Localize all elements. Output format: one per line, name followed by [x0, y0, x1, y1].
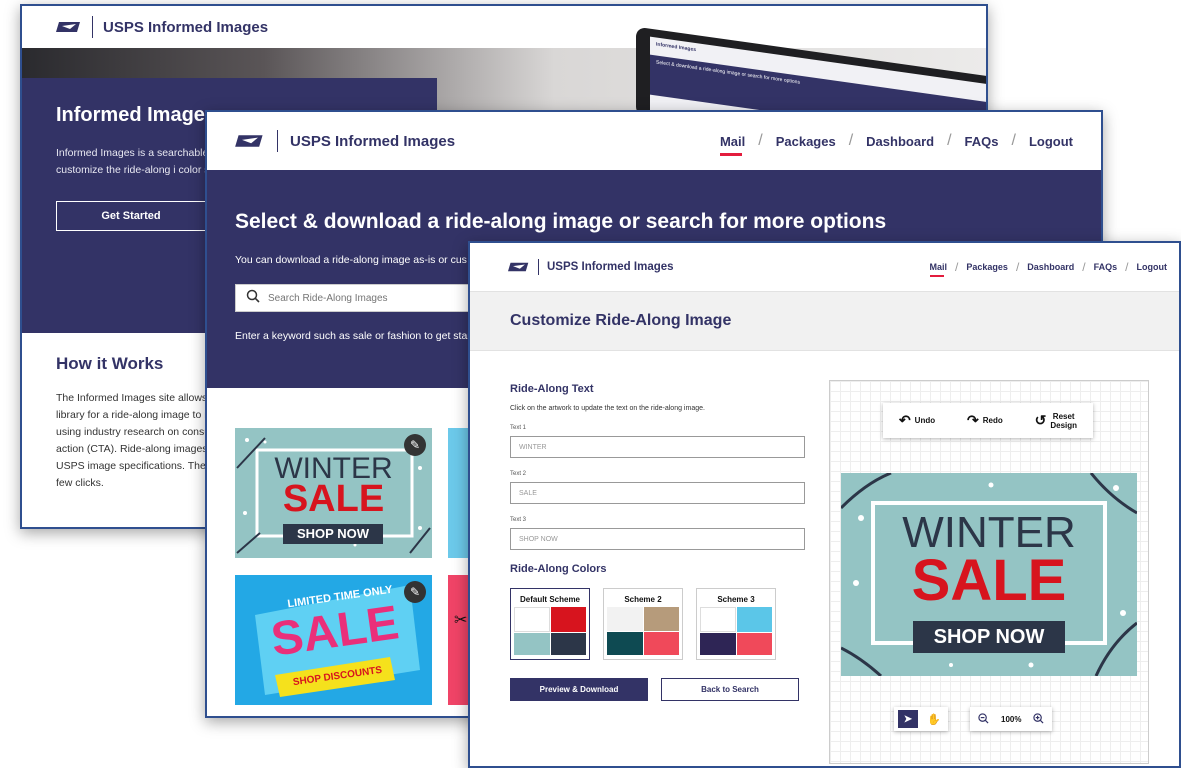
usps-eagle-logo[interactable]	[235, 133, 265, 149]
swatch	[736, 632, 772, 655]
swatch	[607, 607, 643, 631]
image-tile-limited-sale[interactable]: LIMITED TIME ONLY SALE SHOP DISCOUNTS ✎	[235, 575, 432, 705]
pointer-tool-icon[interactable]: ➤	[898, 710, 918, 728]
scheme-default[interactable]: Default Scheme	[510, 588, 590, 660]
text2-label: Text 2	[510, 471, 527, 477]
ride-along-artwork[interactable]: WINTER SALE SHOP NOW	[841, 473, 1137, 676]
brand-title: USPS Informed Images	[103, 18, 269, 36]
usps-eagle-logo[interactable]	[56, 20, 82, 34]
header-divider	[92, 16, 93, 38]
undo-icon: ↶	[898, 412, 911, 428]
nav-dashboard[interactable]: Dashboard	[1027, 262, 1074, 272]
main-nav: Mail / Packages / Dashboard / FAQs / Log…	[719, 132, 1073, 156]
preview-download-button[interactable]: Preview & Download	[510, 678, 648, 701]
header-divider	[277, 130, 278, 152]
header: USPS Informed Images Mail / Packages / D…	[470, 243, 1179, 291]
design-canvas[interactable]: ↶ Undo ↷ Redo ↺ Reset Design WINTER SALE …	[829, 380, 1149, 764]
scissors-icon: ✂	[454, 612, 468, 629]
art-line3[interactable]: SHOP NOW	[913, 621, 1065, 653]
brand-title: USPS Informed Images	[290, 132, 456, 150]
cursor-tools: ➤ ✋	[894, 707, 948, 731]
text-section-desc: Click on the artwork to update the text …	[510, 405, 705, 412]
text-section-title: Ride-Along Text	[510, 383, 594, 395]
undo-button[interactable]: ↶ Undo	[899, 412, 935, 429]
usps-eagle-logo[interactable]	[508, 261, 530, 273]
get-started-button[interactable]: Get Started	[56, 201, 206, 231]
edit-pencil-icon[interactable]: ✎	[404, 434, 426, 456]
device-brand: Informed Images	[656, 41, 697, 54]
text2-field[interactable]: SALE	[510, 482, 805, 504]
main-nav: Mail / Packages / Dashboard / FAQs / Log…	[929, 260, 1168, 277]
text3-label: Text 3	[510, 517, 527, 523]
swatch	[736, 607, 772, 632]
scheme-name: Scheme 2	[624, 595, 662, 604]
canvas-tools: ➤ ✋ 100%	[894, 707, 1053, 731]
page-title: Customize Ride-Along Image	[510, 312, 732, 329]
text3-field[interactable]: SHOP NOW	[510, 528, 805, 550]
form-actions: Preview & Download Back to Search	[510, 678, 810, 701]
swatch	[550, 632, 586, 655]
device-heading: Select & download a ride-along image or …	[656, 59, 800, 86]
swatch	[700, 607, 736, 632]
redo-button[interactable]: ↷ Redo	[967, 412, 1003, 429]
nav-packages[interactable]: Packages	[776, 134, 836, 149]
undo-label: Undo	[914, 416, 936, 425]
tile-winter-line2: SALE	[282, 478, 385, 520]
edit-toolbar: ↶ Undo ↷ Redo ↺ Reset Design	[883, 403, 1093, 438]
nav-faqs[interactable]: FAQs	[1094, 262, 1118, 272]
swatch	[700, 632, 736, 655]
swatch	[514, 632, 550, 655]
nav-faqs[interactable]: FAQs	[965, 134, 999, 149]
nav-mail[interactable]: Mail	[719, 134, 745, 156]
page-heading: Select & download a ride-along image or …	[235, 210, 887, 233]
header: USPS Informed Images	[22, 6, 986, 48]
zoom-out-icon[interactable]	[978, 712, 989, 726]
reset-label-1: Reset	[1052, 411, 1075, 421]
hand-tool-icon[interactable]: ✋	[924, 710, 944, 728]
brand-title: USPS Informed Images	[547, 261, 674, 273]
swatch	[607, 631, 643, 655]
header-divider	[538, 259, 539, 275]
nav-logout[interactable]: Logout	[1137, 262, 1168, 272]
redo-icon: ↷	[967, 412, 979, 428]
image-tile-winter-sale[interactable]: WINTER SALE SHOP NOW ✎	[235, 428, 432, 558]
zoom-level: 100%	[1001, 714, 1022, 724]
edit-pencil-icon[interactable]: ✎	[404, 581, 426, 603]
window-customize: USPS Informed Images Mail / Packages / D…	[468, 241, 1181, 768]
search-input[interactable]	[268, 292, 468, 304]
search-icon	[246, 289, 260, 308]
search-box[interactable]	[235, 284, 495, 312]
scheme-name: Default Scheme	[519, 595, 581, 604]
back-to-search-button[interactable]: Back to Search	[661, 678, 799, 701]
swatch	[643, 631, 679, 655]
header: USPS Informed Images Mail / Packages / D…	[207, 112, 1101, 170]
tile-winter-line3: SHOP NOW	[283, 524, 383, 544]
swatch	[514, 607, 550, 632]
title-bar: Customize Ride-Along Image	[470, 291, 1179, 351]
color-schemes: Default Scheme Scheme 2 Scheme 3	[510, 588, 810, 660]
art-line2[interactable]: SALE	[841, 551, 1137, 611]
colors-section-title: Ride-Along Colors	[510, 563, 607, 575]
swatch	[643, 607, 679, 631]
scheme-2[interactable]: Scheme 2	[603, 588, 683, 660]
redo-label: Redo	[982, 416, 1003, 425]
nav-mail[interactable]: Mail	[929, 262, 947, 277]
zoom-tools: 100%	[970, 707, 1053, 731]
customize-form: Ride-Along Text Click on the artwork to …	[510, 383, 810, 701]
swatch	[550, 607, 586, 632]
reset-icon: ↺	[1034, 412, 1047, 428]
text1-field[interactable]: WINTER	[510, 436, 805, 458]
reset-label-2: Design	[1050, 420, 1078, 430]
scheme-name: Scheme 3	[717, 595, 755, 604]
scheme-3[interactable]: Scheme 3	[696, 588, 776, 660]
reset-design-button[interactable]: ↺ Reset Design	[1035, 412, 1077, 430]
nav-dashboard[interactable]: Dashboard	[866, 134, 934, 149]
text1-label: Text 1	[510, 425, 527, 431]
nav-packages[interactable]: Packages	[966, 262, 1008, 272]
nav-logout[interactable]: Logout	[1029, 134, 1073, 149]
zoom-in-icon[interactable]	[1033, 712, 1044, 726]
